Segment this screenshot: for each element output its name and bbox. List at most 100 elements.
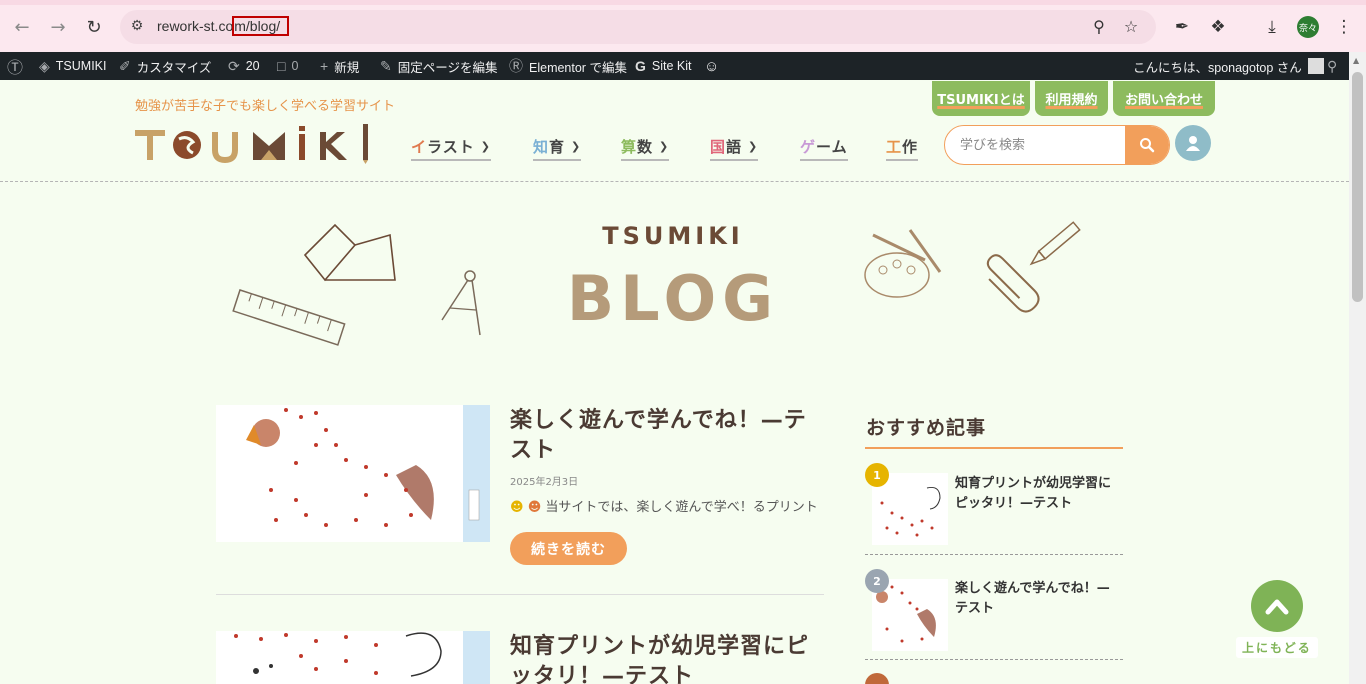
profile-avatar[interactable]: 奈々 — [1297, 16, 1319, 38]
nav-kokugo-label: 国語 — [710, 138, 743, 156]
rank-badge: 2 — [865, 569, 889, 593]
search-input[interactable] — [945, 126, 1127, 164]
dashboard-icon: ◈ — [39, 57, 50, 74]
admin-updates[interactable]: ⟳ 20 — [228, 52, 260, 80]
admin-avatar — [1307, 58, 1324, 74]
tsumiki-brand: TSUMIKI — [602, 222, 743, 250]
wp-admin-bar: Ⓣ ◈ TSUMIKI ✐ カスタマイズ ⟳ 20 □ 0 + 新規 ✎ 固定ページを編集 … — [0, 52, 1366, 80]
book-icon — [303, 223, 396, 282]
cool-emoji-icon: ☻ — [527, 500, 542, 515]
back-to-top-button[interactable] — [1251, 580, 1303, 632]
site-search — [944, 125, 1170, 165]
nav-illust-label: イラスト — [411, 138, 475, 156]
user-icon — [1186, 136, 1200, 151]
admin-site-name-label: TSUMIKI — [55, 59, 107, 73]
sidebar-item-title[interactable]: 知育プリントが幼児学習にピッタリ！—テスト — [955, 474, 1115, 514]
tab-strip — [0, 0, 1366, 5]
sidebar-divider — [865, 554, 1123, 555]
compass-icon — [441, 270, 481, 336]
elementor-icon: Ⓡ — [509, 58, 523, 74]
wp-logo-icon[interactable]: Ⓣ — [7, 52, 23, 80]
post-excerpt-text: 当サイトでは、楽しく遊んで学べ！るプリント — [545, 500, 818, 515]
nav-kosaku-label: 工作 — [886, 138, 919, 156]
admin-customize-label: カスタマイズ — [136, 60, 212, 75]
admin-search-icon[interactable]: ⚲ — [1327, 52, 1337, 80]
dot-to-dot-illustration — [246, 405, 490, 542]
admin-greeting: こんにちは、sponagotop さん — [1133, 60, 1302, 75]
bookmark-star-icon[interactable]: ☆ — [1120, 16, 1142, 38]
nav-illust[interactable]: イラスト ❯ — [411, 136, 491, 161]
admin-edit-page[interactable]: ✎ 固定ページを編集 — [380, 52, 498, 80]
site-logo[interactable] — [135, 122, 375, 164]
nav-kokugo[interactable]: 国語 ❯ — [710, 136, 759, 161]
admin-site-kit[interactable]: G Site Kit — [635, 52, 692, 80]
site-settings-icon[interactable]: ⚙ — [128, 18, 146, 36]
scrollbar-thumb[interactable] — [1352, 72, 1363, 302]
chevron-down-icon: ❯ — [659, 140, 670, 153]
nav-terms[interactable]: 利用規約 — [1035, 81, 1108, 116]
user-account-button[interactable] — [1175, 125, 1211, 161]
admin-comments[interactable]: □ 0 — [277, 52, 298, 80]
url-path: m/blog/ — [232, 16, 290, 36]
admin-customize[interactable]: ✐ カスタマイズ — [119, 52, 211, 80]
nav-kosaku[interactable]: 工作 — [886, 136, 919, 161]
chevron-up-icon — [1265, 599, 1289, 615]
admin-site-kit-label: Site Kit — [651, 59, 692, 73]
dot-to-dot-illustration — [234, 631, 490, 684]
search-button[interactable] — [1125, 126, 1169, 164]
ruler-icon — [232, 289, 346, 346]
google-g-icon: G — [635, 58, 646, 74]
browser-chrome: ← → ↻ ⚙ rework-st.com/blog/ ⚲ ☆ ✒ ❖ ⤓ 奈々… — [0, 0, 1366, 52]
post-thumbnail[interactable] — [216, 631, 490, 684]
download-icon[interactable]: ⤓ — [1260, 15, 1284, 39]
chevron-down-icon: ❯ — [480, 140, 491, 153]
page-scrollbar[interactable]: ▲ — [1349, 52, 1366, 684]
updates-count: 20 — [245, 59, 260, 73]
read-more-button[interactable]: 続きを読む — [510, 532, 627, 565]
nav-contact[interactable]: お問い合わせ — [1113, 81, 1215, 116]
post-title[interactable]: 知育プリントが幼児学習にピッタリ！—テスト — [510, 632, 820, 684]
search-icon — [1140, 138, 1155, 153]
admin-account[interactable]: こんにちは、sponagotop さん — [1133, 52, 1324, 80]
updates-icon: ⟳ — [228, 57, 240, 74]
nav-game-label: ゲーム — [800, 138, 848, 156]
nav-game[interactable]: ゲーム — [800, 136, 848, 161]
address-bar[interactable]: ⚙ rework-st.com/blog/ ⚲ ☆ — [120, 10, 1156, 44]
scroll-up-arrow[interactable]: ▲ — [1353, 56, 1359, 65]
post-excerpt: ☻ ☻ 当サイトでは、楽しく遊んで学べ！るプリント — [510, 496, 818, 515]
post-thumbnail[interactable] — [216, 405, 490, 542]
admin-site-name[interactable]: ◈ TSUMIKI — [39, 52, 106, 80]
comment-icon: □ — [277, 58, 286, 74]
admin-elementor[interactable]: Ⓡ Elementor で編集 — [509, 52, 627, 80]
extensions-icon[interactable]: ❖ — [1206, 15, 1230, 39]
post-title[interactable]: 楽しく遊んで学んでね！—テスト — [510, 406, 820, 466]
admin-new-label: 新規 — [334, 60, 360, 75]
palette-icon — [864, 229, 942, 298]
menu-icon[interactable]: ⋮ — [1332, 15, 1356, 39]
hero-title: BLOG — [567, 262, 779, 335]
admin-elementor-label: Elementor で編集 — [529, 60, 627, 75]
comments-count: 0 — [291, 59, 299, 73]
chevron-down-icon: ❯ — [571, 140, 582, 153]
back-to-top-label[interactable]: 上にもどる — [1236, 637, 1318, 658]
sidebar-item-title[interactable]: 楽しく遊んで学んでね！—テスト — [955, 579, 1115, 619]
forward-button[interactable]: → — [45, 14, 71, 40]
admin-new[interactable]: + 新規 — [320, 52, 359, 80]
zoom-icon[interactable]: ⚲ — [1088, 16, 1110, 38]
pencil-icon: ✎ — [380, 57, 392, 74]
blog-hero: TSUMIKI BLOG — [232, 221, 1081, 346]
post-divider — [216, 594, 824, 595]
url-text[interactable]: rework-st.com/blog/ — [157, 16, 290, 36]
nav-chiiku[interactable]: 知育 ❯ — [533, 136, 582, 161]
back-button[interactable]: ← — [9, 14, 35, 40]
svg-text:TSUMIKI: TSUMIKI — [602, 222, 743, 250]
smile-emoji-icon: ☻ — [510, 500, 524, 515]
reload-button[interactable]: ↻ — [81, 14, 107, 40]
smiley-icon[interactable]: ☺ — [704, 52, 719, 80]
nav-about[interactable]: TSUMIKIとは — [932, 81, 1030, 116]
url-host: rework-st.co — [157, 18, 234, 34]
post-date: 2025年2月3日 — [510, 477, 579, 488]
nav-sansu[interactable]: 算数 ❯ — [621, 136, 670, 161]
sidebar-heading-underline — [865, 447, 1123, 449]
pen-icon[interactable]: ✒ — [1170, 15, 1194, 39]
